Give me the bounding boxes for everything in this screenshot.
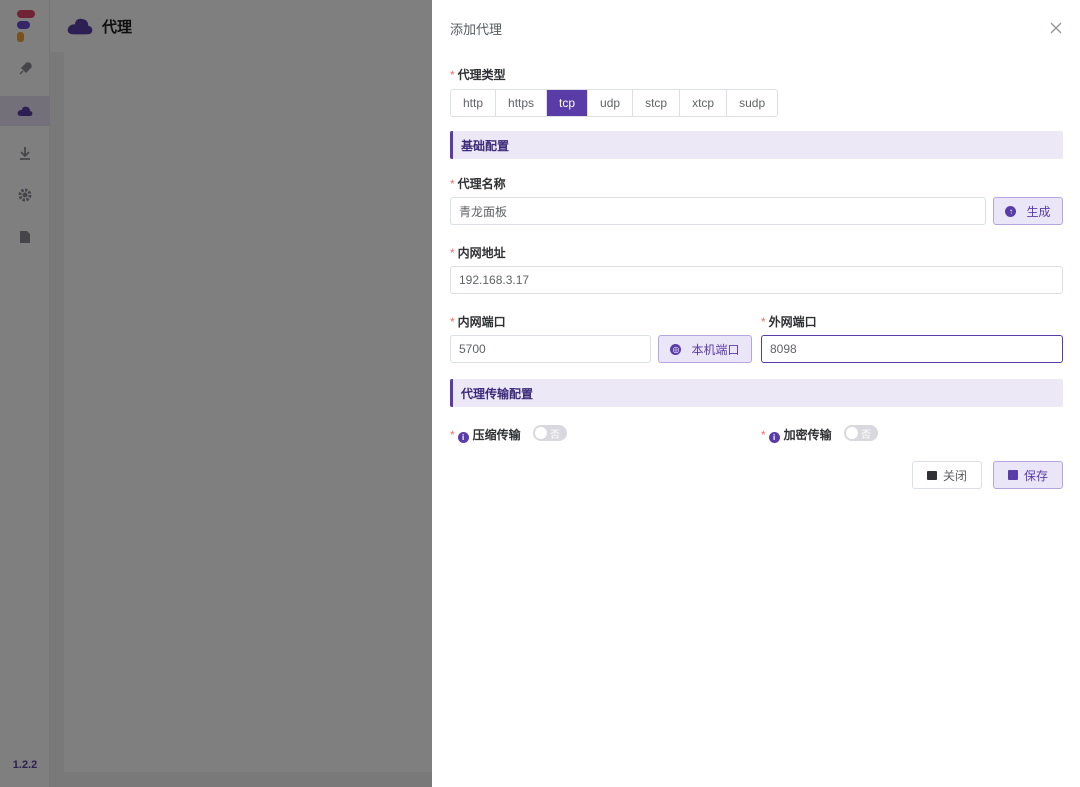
drawer-title: 添加代理 bbox=[450, 21, 503, 37]
local-port-button-label: 本机端口 bbox=[691, 342, 740, 357]
encrypt-switch-text: 否 bbox=[861, 429, 871, 441]
drawer-header: 添加代理 bbox=[450, 18, 1064, 38]
type-option-sudp[interactable]: sudp bbox=[727, 90, 778, 116]
close-button[interactable]: 关闭 bbox=[912, 461, 982, 489]
save-button[interactable]: 保存 bbox=[993, 461, 1063, 489]
generate-button-label: 生成 bbox=[1026, 204, 1051, 219]
globe-icon: ◎ bbox=[670, 343, 682, 355]
basic-config-section: 基础配置 bbox=[450, 131, 1063, 159]
generate-button[interactable]: ↑ 生成 bbox=[993, 197, 1063, 225]
type-option-xtcp[interactable]: xtcp bbox=[680, 90, 728, 116]
type-option-https[interactable]: https bbox=[496, 90, 548, 116]
type-option-http[interactable]: http bbox=[451, 90, 497, 116]
info-icon: i bbox=[768, 432, 780, 443]
encrypt-switch[interactable]: 否 bbox=[844, 425, 878, 441]
local-port-label: * 内网端口 bbox=[450, 315, 506, 329]
save-button-label: 保存 bbox=[1023, 468, 1048, 483]
local-port-button[interactable]: ◎ 本机端口 bbox=[658, 335, 752, 363]
close-button-label: 关闭 bbox=[942, 468, 967, 483]
transport-config-section: 代理传输配置 bbox=[450, 379, 1063, 407]
proxy-type-selector: http https tcp udp stcp xtcp sudp bbox=[450, 89, 779, 117]
type-option-stcp[interactable]: stcp bbox=[633, 90, 681, 116]
proxy-name-input[interactable]: 青龙面板 bbox=[450, 197, 986, 225]
encrypt-label: * i 加密传输 bbox=[761, 428, 832, 443]
compress-label: * i 压缩传输 bbox=[450, 428, 521, 443]
type-option-udp[interactable]: udp bbox=[588, 90, 634, 116]
remote-port-input[interactable]: 8098 bbox=[761, 335, 1063, 363]
close-icon[interactable] bbox=[1048, 20, 1064, 36]
compress-switch-text: 否 bbox=[550, 429, 560, 441]
local-ip-input[interactable]: 192.168.3.17 bbox=[450, 266, 1063, 294]
upload-circle-icon: ↑ bbox=[1005, 205, 1017, 217]
proxy-name-label: * 代理名称 bbox=[450, 177, 506, 191]
close-box-icon bbox=[926, 470, 937, 480]
remote-port-label: * 外网端口 bbox=[761, 315, 817, 329]
type-option-tcp[interactable]: tcp bbox=[547, 90, 589, 116]
compress-switch[interactable]: 否 bbox=[533, 425, 567, 441]
local-port-input[interactable]: 5700 bbox=[450, 335, 651, 363]
local-ip-label: * 内网地址 bbox=[450, 246, 506, 260]
save-icon bbox=[1007, 470, 1018, 480]
add-proxy-drawer: 添加代理 * 代理类型 http https tcp udp stcp xtcp … bbox=[432, 0, 1080, 787]
proxy-type-label: * 代理类型 bbox=[450, 68, 506, 82]
switch-knob bbox=[535, 427, 547, 439]
info-icon: i bbox=[457, 432, 469, 443]
switch-knob bbox=[846, 427, 858, 439]
